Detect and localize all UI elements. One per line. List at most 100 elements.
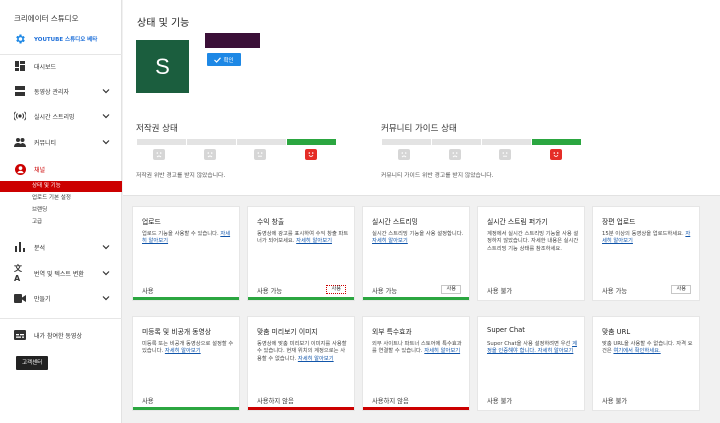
card-status: 사용 불가 (487, 288, 513, 295)
sad-face-icon (204, 149, 216, 160)
card-status-bar (363, 297, 469, 300)
sidebar-item-label: 실시간 스트리밍 (34, 113, 75, 121)
meter-segment (187, 139, 237, 145)
card-title: 장편 업로드 (602, 218, 636, 226)
community-status-heading: 커뮤니티 가이드 상태 (381, 124, 457, 134)
video-list-icon (14, 85, 26, 97)
sidebar-subitem-advanced[interactable]: 고급 (0, 217, 122, 228)
studio-beta-link[interactable]: YOUTUBE 스튜디오 베타 (0, 30, 122, 48)
meter-segment (237, 139, 287, 145)
learn-more-link[interactable]: 자세히 알아보기 (296, 238, 332, 244)
meter-segment (382, 139, 432, 145)
sidebar-item-label: 분석 (34, 244, 46, 252)
sidebar-item-contributions[interactable]: 내가 참여한 동영상 (0, 326, 122, 344)
card-status: 사용 불가 (602, 398, 628, 405)
learn-more-link[interactable]: 자세히 알아보기 (372, 238, 408, 244)
chevron-down-icon[interactable] (102, 87, 110, 95)
chevron-down-icon[interactable] (102, 138, 110, 146)
chevron-down-icon[interactable] (102, 112, 110, 120)
meter-segment-current (287, 139, 337, 145)
feature-card-unlisted-private: 미등록 및 비공개 동영상 미등록 또는 비공개 동영상으로 설정할 수 있습니… (132, 316, 240, 411)
sidebar-item-channel[interactable]: 채널 (0, 160, 122, 178)
sidebar-divider (0, 54, 122, 55)
card-status: 사용하지 않음 (257, 398, 294, 405)
feature-card-external-annotations: 외부 특수효과 외부 사이트나 파트너 스토어에 특수효과를 연결할 수 있습니… (362, 316, 470, 411)
chevron-down-icon[interactable] (102, 269, 110, 277)
gear-icon (14, 33, 26, 45)
feature-card-custom-thumbnails: 맞춤 미리보기 이미지 동영상에 맞춤 미리보기 이미지를 사용할 수 있습니다… (247, 316, 355, 411)
video-camera-icon (14, 292, 26, 304)
card-status: 사용 (142, 288, 154, 295)
chevron-down-icon[interactable] (102, 294, 110, 302)
enable-button[interactable]: 사용 (441, 285, 461, 294)
chevron-down-icon[interactable] (102, 243, 110, 251)
sad-face-icon (449, 149, 461, 160)
sidebar-item-video-manager[interactable]: 동영상 관리자 (0, 82, 122, 100)
sidebar-subitem-upload-defaults[interactable]: 업로드 기본 설정 (0, 193, 122, 204)
sidebar-subitem-branding[interactable]: 브랜딩 (0, 205, 122, 216)
avatar-letter: S (155, 53, 170, 79)
people-icon (14, 136, 26, 148)
card-description: 외부 사이트나 파트너 스토어에 특수효과를 연결할 수 있습니다. 자세히 알… (372, 341, 464, 356)
card-title: 외부 특수효과 (372, 328, 412, 336)
main-content: 상태 및 기능 S 확인 저작권 상태 저작권 위반 경고를 받지 않았습니다.… (123, 0, 720, 423)
card-status-bar (133, 407, 239, 410)
enable-button[interactable]: 사용 (671, 285, 691, 294)
bar-chart-icon (14, 241, 26, 253)
meter-segment (432, 139, 482, 145)
card-description: Super Chat을 사용 설정하려면 우선 계정을 인증해야 합니다. 자세… (487, 341, 579, 356)
card-description: 계정에서 실시간 스트리밍 기능을 사용 설정하지 않았습니다. 자세한 내용은… (487, 231, 579, 252)
copyright-status-meter (137, 139, 337, 145)
card-desc-text: 실시간 스트리밍 기능을 사용 설정합니다. (372, 231, 464, 237)
card-title: 맞춤 미리보기 이미지 (257, 328, 318, 336)
feature-card-upload: 업로드 업로드 기능을 사용할 수 있습니다. 자세히 알아보기 사용 (132, 206, 240, 301)
happy-face-icon (305, 149, 317, 160)
copyright-status-heading: 저작권 상태 (136, 124, 178, 134)
learn-more-link[interactable]: 자세히 알아보기 (165, 348, 201, 354)
card-status: 사용 가능 (602, 288, 628, 295)
card-title: 수익 창출 (257, 218, 285, 226)
card-status: 사용 불가 (487, 398, 513, 405)
card-status: 사용하지 않음 (372, 398, 409, 405)
sidebar-subitem-status-features[interactable]: 상태 및 기능 (0, 181, 122, 192)
feature-card-long-uploads: 장편 업로드 15분 이상의 동영상을 업로드하세요. 자세히 알아보기 사용 … (592, 206, 700, 301)
card-status: 사용 가능 (372, 288, 398, 295)
sad-face-icon (398, 149, 410, 160)
card-description: 동영상에 광고를 표시하여 수익 창출 파트너가 되어보세요. 자세히 알아보기 (257, 231, 349, 246)
sidebar-item-label: 커뮤니티 (34, 139, 57, 147)
learn-more-link[interactable]: 자세히 알아보기 (298, 356, 334, 362)
verify-label: 확인 (223, 57, 234, 64)
sidebar-title: 크리에이터 스튜디오 (14, 14, 79, 23)
subtitles-icon (14, 329, 26, 341)
meter-segment (482, 139, 532, 145)
neutral-face-icon (254, 149, 266, 160)
sidebar-item-live-streaming[interactable]: 실시간 스트리밍 (0, 107, 122, 125)
enable-button[interactable]: 사용 (326, 285, 346, 294)
sidebar-item-label: 내가 참여한 동영상 (34, 332, 82, 340)
sidebar-item-translations[interactable]: 文A 번역 및 텍스트 변환 (0, 264, 122, 283)
meter-segment-current (532, 139, 582, 145)
card-desc-text: Super Chat을 사용 설정하려면 우선 (487, 341, 573, 347)
card-title: 업로드 (142, 218, 161, 226)
happy-face-icon (550, 149, 562, 160)
sidebar-item-community[interactable]: 커뮤니티 (0, 133, 122, 151)
check-here-link[interactable]: 여기에서 확인하세요. (613, 348, 660, 354)
sidebar-item-create[interactable]: 만들기 (0, 289, 122, 307)
card-status: 사용 가능 (257, 288, 283, 295)
studio-beta-label: YOUTUBE 스튜디오 베타 (34, 37, 98, 43)
card-title: 실시간 스트림 퍼가기 (487, 218, 548, 226)
learn-more-link[interactable]: 자세히 알아보기 (424, 348, 460, 354)
feature-card-live-embed: 실시간 스트림 퍼가기 계정에서 실시간 스트리밍 기능을 사용 설정하지 않았… (477, 206, 585, 301)
verify-button[interactable]: 확인 (207, 53, 241, 66)
card-status-bar (248, 407, 354, 410)
help-center-button[interactable]: 고객센터 (16, 356, 49, 370)
card-status-bar (363, 407, 469, 410)
sad-face-icon (153, 149, 165, 160)
sidebar-item-label: 만들기 (34, 295, 51, 303)
card-description: 업로드 기능을 사용할 수 있습니다. 자세히 알아보기 (142, 231, 234, 246)
status-panel: 상태 및 기능 S 확인 저작권 상태 저작권 위반 경고를 받지 않았습니다.… (123, 0, 720, 196)
card-title: 미등록 및 비공개 동영상 (142, 328, 212, 336)
sidebar-item-dashboard[interactable]: 대시보드 (0, 57, 122, 75)
live-icon (14, 110, 26, 122)
sidebar-item-analytics[interactable]: 분석 (0, 238, 122, 256)
